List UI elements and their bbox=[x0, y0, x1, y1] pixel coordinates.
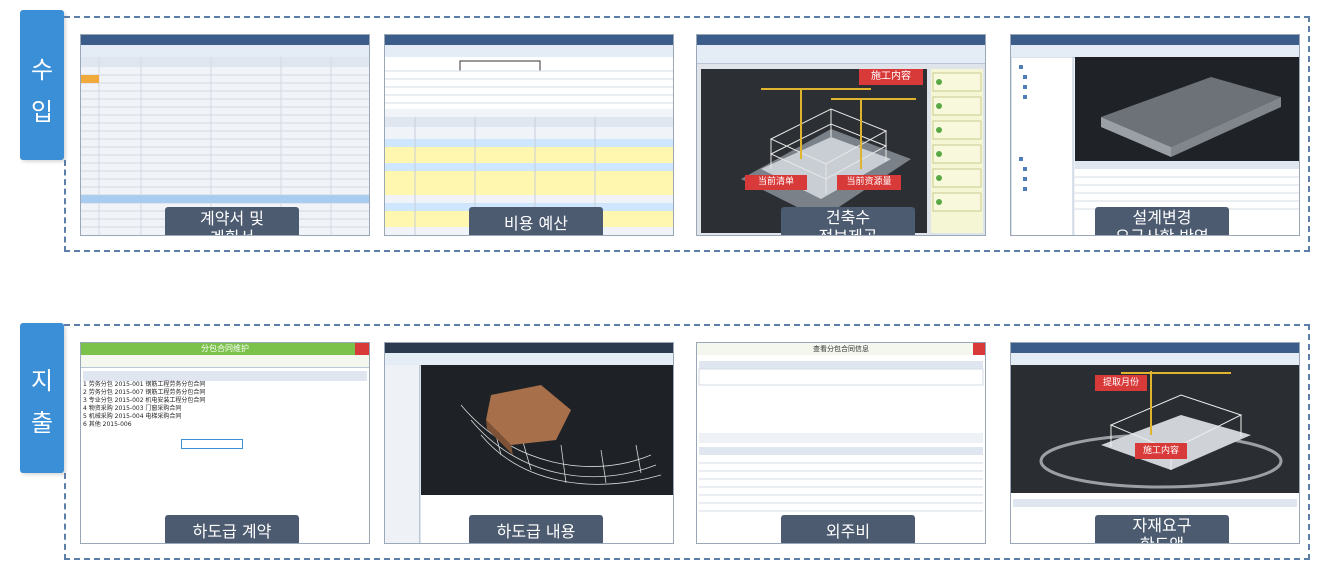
subcontract-edit-cell[interactable] bbox=[181, 439, 243, 449]
subcontract-row: 5 机械采购 2015-004 电梯采购合同 bbox=[83, 413, 182, 420]
subcontract-table: 1 劳务分包 2015-001 钢筋工程劳务分包合同 2 劳务分包 2015-0… bbox=[83, 381, 367, 429]
material-limit-screenshot: 提取月份 施工内容 자재요구 한도액 bbox=[1010, 342, 1300, 544]
budget-screenshot: 비용 예산 bbox=[384, 34, 674, 236]
expense-tab[interactable]: 지 출 bbox=[20, 323, 64, 473]
income-tab[interactable]: 수 입 bbox=[20, 10, 64, 160]
expense-tab-char-1: 지 bbox=[30, 367, 54, 395]
material-building-drawing bbox=[1011, 365, 1299, 493]
construction-side-panel bbox=[931, 69, 983, 233]
subcontract-caption: 하도급 계약 bbox=[165, 515, 299, 543]
construction-caption: 건축수 정보제공 bbox=[781, 207, 915, 235]
material-limit-caption: 자재요구 한도액 bbox=[1095, 515, 1229, 543]
expense-construction-tag: 施工内容 bbox=[1135, 443, 1187, 459]
subcontract-window-title: 分包合同维护 bbox=[81, 343, 369, 355]
expense-tab-char-2: 출 bbox=[30, 409, 54, 437]
income-tab-char-1: 수 bbox=[30, 56, 54, 84]
subcontract-screenshot: 分包合同维护 1 劳务分包 2015-001 钢筋工程劳务分包合同 2 劳务分包… bbox=[80, 342, 370, 544]
subcontract-building-drawing bbox=[421, 365, 673, 495]
outsourcing-window-title: 查看分包合同信息 bbox=[697, 343, 985, 355]
budget-caption: 비용 예산 bbox=[469, 207, 603, 235]
material-3d-view: 提取月份 施工内容 bbox=[1011, 365, 1299, 493]
expense-section: 지 출 分包合同维护 1 劳务分包 2015-001 钢筋工程劳务分包合同 2 … bbox=[20, 318, 1318, 560]
construction-content-tag: 施工内容 bbox=[859, 69, 923, 85]
subcontract-row: 2 劳务分包 2015-007 钢筋工程劳务分包合同 bbox=[83, 389, 206, 396]
expense-frame-left bbox=[64, 473, 66, 560]
subcontract-side-menu bbox=[385, 365, 420, 543]
subcontract-row: 3 专业分包 2015-002 机电安装工程分包合同 bbox=[83, 397, 206, 404]
subcontract-row: 6 其他 2015-006 bbox=[83, 421, 132, 428]
income-section: 수 입 계약서 및 비용 예산 施工内容 当前清单 当前资源量 건축수 설계변경 bbox=[20, 10, 1318, 252]
outsourcing-close-icon[interactable] bbox=[973, 343, 985, 355]
design-change-caption: 설계변경 요구사항 반영 bbox=[1095, 207, 1229, 235]
current-resource-tag: 当前资源量 bbox=[837, 175, 901, 190]
subcontract-content-caption: 하도급 내용 bbox=[469, 515, 603, 543]
outsourcing-caption: 외주비 bbox=[781, 515, 915, 543]
subcontract-close-icon[interactable] bbox=[355, 343, 369, 355]
contract-screenshot: 계약서 및 계획서 bbox=[80, 34, 370, 236]
extract-month-tag: 提取月份 bbox=[1095, 375, 1147, 391]
construction-info-screenshot: 施工内容 当前清单 当前资源量 건축수 정보제공 bbox=[696, 34, 986, 236]
outsourcing-screenshot: 查看分包合同信息 외주비 bbox=[696, 342, 986, 544]
current-list-tag: 当前清单 bbox=[745, 175, 807, 190]
subcontract-content-screenshot: 하도급 내용 bbox=[384, 342, 674, 544]
income-tab-char-2: 입 bbox=[30, 98, 54, 126]
subcontract-3d-view bbox=[421, 365, 673, 495]
design-change-screenshot: 설계변경 요구사항 반영 bbox=[1010, 34, 1300, 236]
contract-caption: 계약서 및 계획서 bbox=[165, 207, 299, 235]
subcontract-row: 4 物资采购 2015-003 门窗采购合同 bbox=[83, 405, 182, 412]
subcontract-row: 1 劳务分包 2015-001 钢筋工程劳务分包合同 bbox=[83, 381, 206, 388]
income-frame-left bbox=[64, 160, 66, 252]
